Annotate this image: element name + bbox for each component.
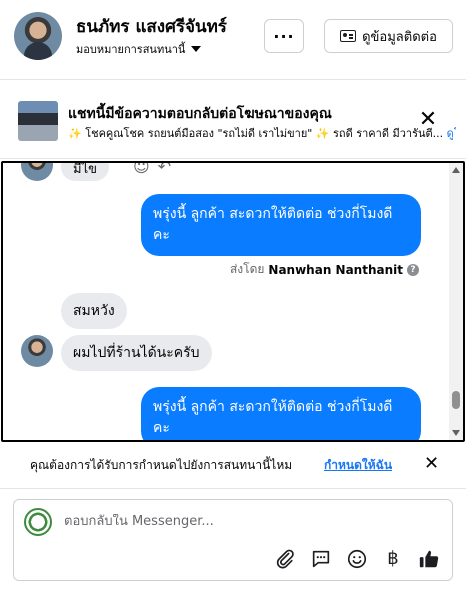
scroll-down-arrow-icon[interactable] — [452, 430, 460, 436]
payment-baht-icon[interactable]: ฿ — [382, 548, 404, 570]
page-avatar — [24, 508, 52, 536]
customer-avatar-small — [21, 335, 53, 367]
message-bubble-incoming: ผมไปที่ร้านได้นะครับ — [61, 335, 212, 371]
message-bubble-outgoing: พรุ่งนี้ ลูกค้า สะดวกให้ติดต่อ ช่วงกี่โม… — [141, 387, 421, 440]
sender-name: Nanwhan Nanthanit — [268, 262, 403, 277]
sent-by-label: ส่งโดย Nanwhan Nanthanit ? — [230, 260, 419, 279]
caret-down-icon — [191, 46, 202, 52]
scroll-thumb[interactable] — [452, 391, 460, 409]
message-actions: ☺ ↶ — [133, 163, 171, 176]
reply-input[interactable] — [64, 514, 434, 529]
ad-notice-title: แชทนี้มีข้อความตอบกลับต่อโฆษณาของคุณ — [68, 106, 332, 122]
close-icon[interactable]: ✕ — [417, 109, 439, 131]
customer-avatar[interactable] — [14, 12, 62, 60]
assignment-prompt-text: คุณต้องการได้รับการกำหนดไปยังการสนทนานี้… — [30, 458, 293, 472]
view-post-link[interactable]: ดูโพ — [447, 127, 456, 140]
message-bubble-outgoing: พรุ่งนี้ ลูกค้า สะดวกให้ติดต่อ ช่วงกี่โม… — [141, 194, 421, 256]
reply-icon[interactable]: ↶ — [158, 163, 171, 176]
view-contact-button[interactable]: ดูข้อมูลติดต่อ — [324, 19, 453, 53]
assign-conversation-dropdown[interactable]: มอบหมายการสนทนานี้ — [76, 40, 202, 58]
assignment-prompt: คุณต้องการได้รับการกำหนดไปยังการสนทนานี้… — [0, 445, 466, 485]
thumbs-up-icon[interactable] — [418, 548, 440, 570]
assign-to-me-link[interactable]: กำหนดให้ฉัน — [324, 456, 392, 475]
composer-area: ฿ — [0, 488, 466, 595]
ad-description-text: โชคคูณโชค รถยนต์มือสอง "รถไม่ดี เราไม่ขา… — [81, 127, 444, 140]
sparkle-icon: ✨ — [68, 127, 82, 140]
more-options-button[interactable]: ··· — [264, 19, 304, 53]
attachment-icon[interactable] — [274, 548, 296, 570]
sent-by-prefix: ส่งโดย — [229, 262, 265, 276]
contact-card-icon — [340, 30, 357, 42]
ad-reply-notice: แชทนี้มีข้อความตอบกลับต่อโฆษณาของคุณ ✨ โ… — [0, 81, 466, 159]
message-bubble-incoming: มีไข — [61, 163, 109, 181]
info-icon[interactable]: ? — [407, 263, 419, 276]
ad-thumbnail — [18, 101, 58, 141]
reply-composer[interactable]: ฿ — [13, 499, 453, 581]
chat-scrollbar[interactable] — [449, 163, 463, 440]
message-thread[interactable]: มีไข ☺ ↶ พรุ่งนี้ ลูกค้า สะดวกให้ติดต่อ … — [1, 161, 465, 442]
conversation-header: ธนภัทร แสงศรีจันทร์ มอบหมายการสนทนานี้ ·… — [0, 0, 466, 80]
customer-avatar-small — [21, 163, 53, 181]
close-icon[interactable]: ✕ — [424, 454, 439, 474]
view-contact-label: ดูข้อมูลติดต่อ — [362, 29, 437, 45]
composer-toolbar: ฿ — [274, 548, 440, 570]
assign-label: มอบหมายการสนทนานี้ — [76, 43, 186, 56]
scroll-up-arrow-icon[interactable] — [452, 167, 460, 173]
ad-description: ✨ โชคคูณโชค รถยนต์มือสอง "รถไม่ดี เราไม่… — [68, 124, 456, 142]
emoji-icon[interactable] — [346, 548, 368, 570]
saved-replies-icon[interactable] — [310, 548, 332, 570]
smiley-icon[interactable]: ☺ — [133, 163, 150, 176]
message-bubble-incoming: สมหวัง — [61, 293, 127, 329]
customer-name[interactable]: ธนภัทร แสงศรีจันทร์ — [76, 13, 227, 40]
